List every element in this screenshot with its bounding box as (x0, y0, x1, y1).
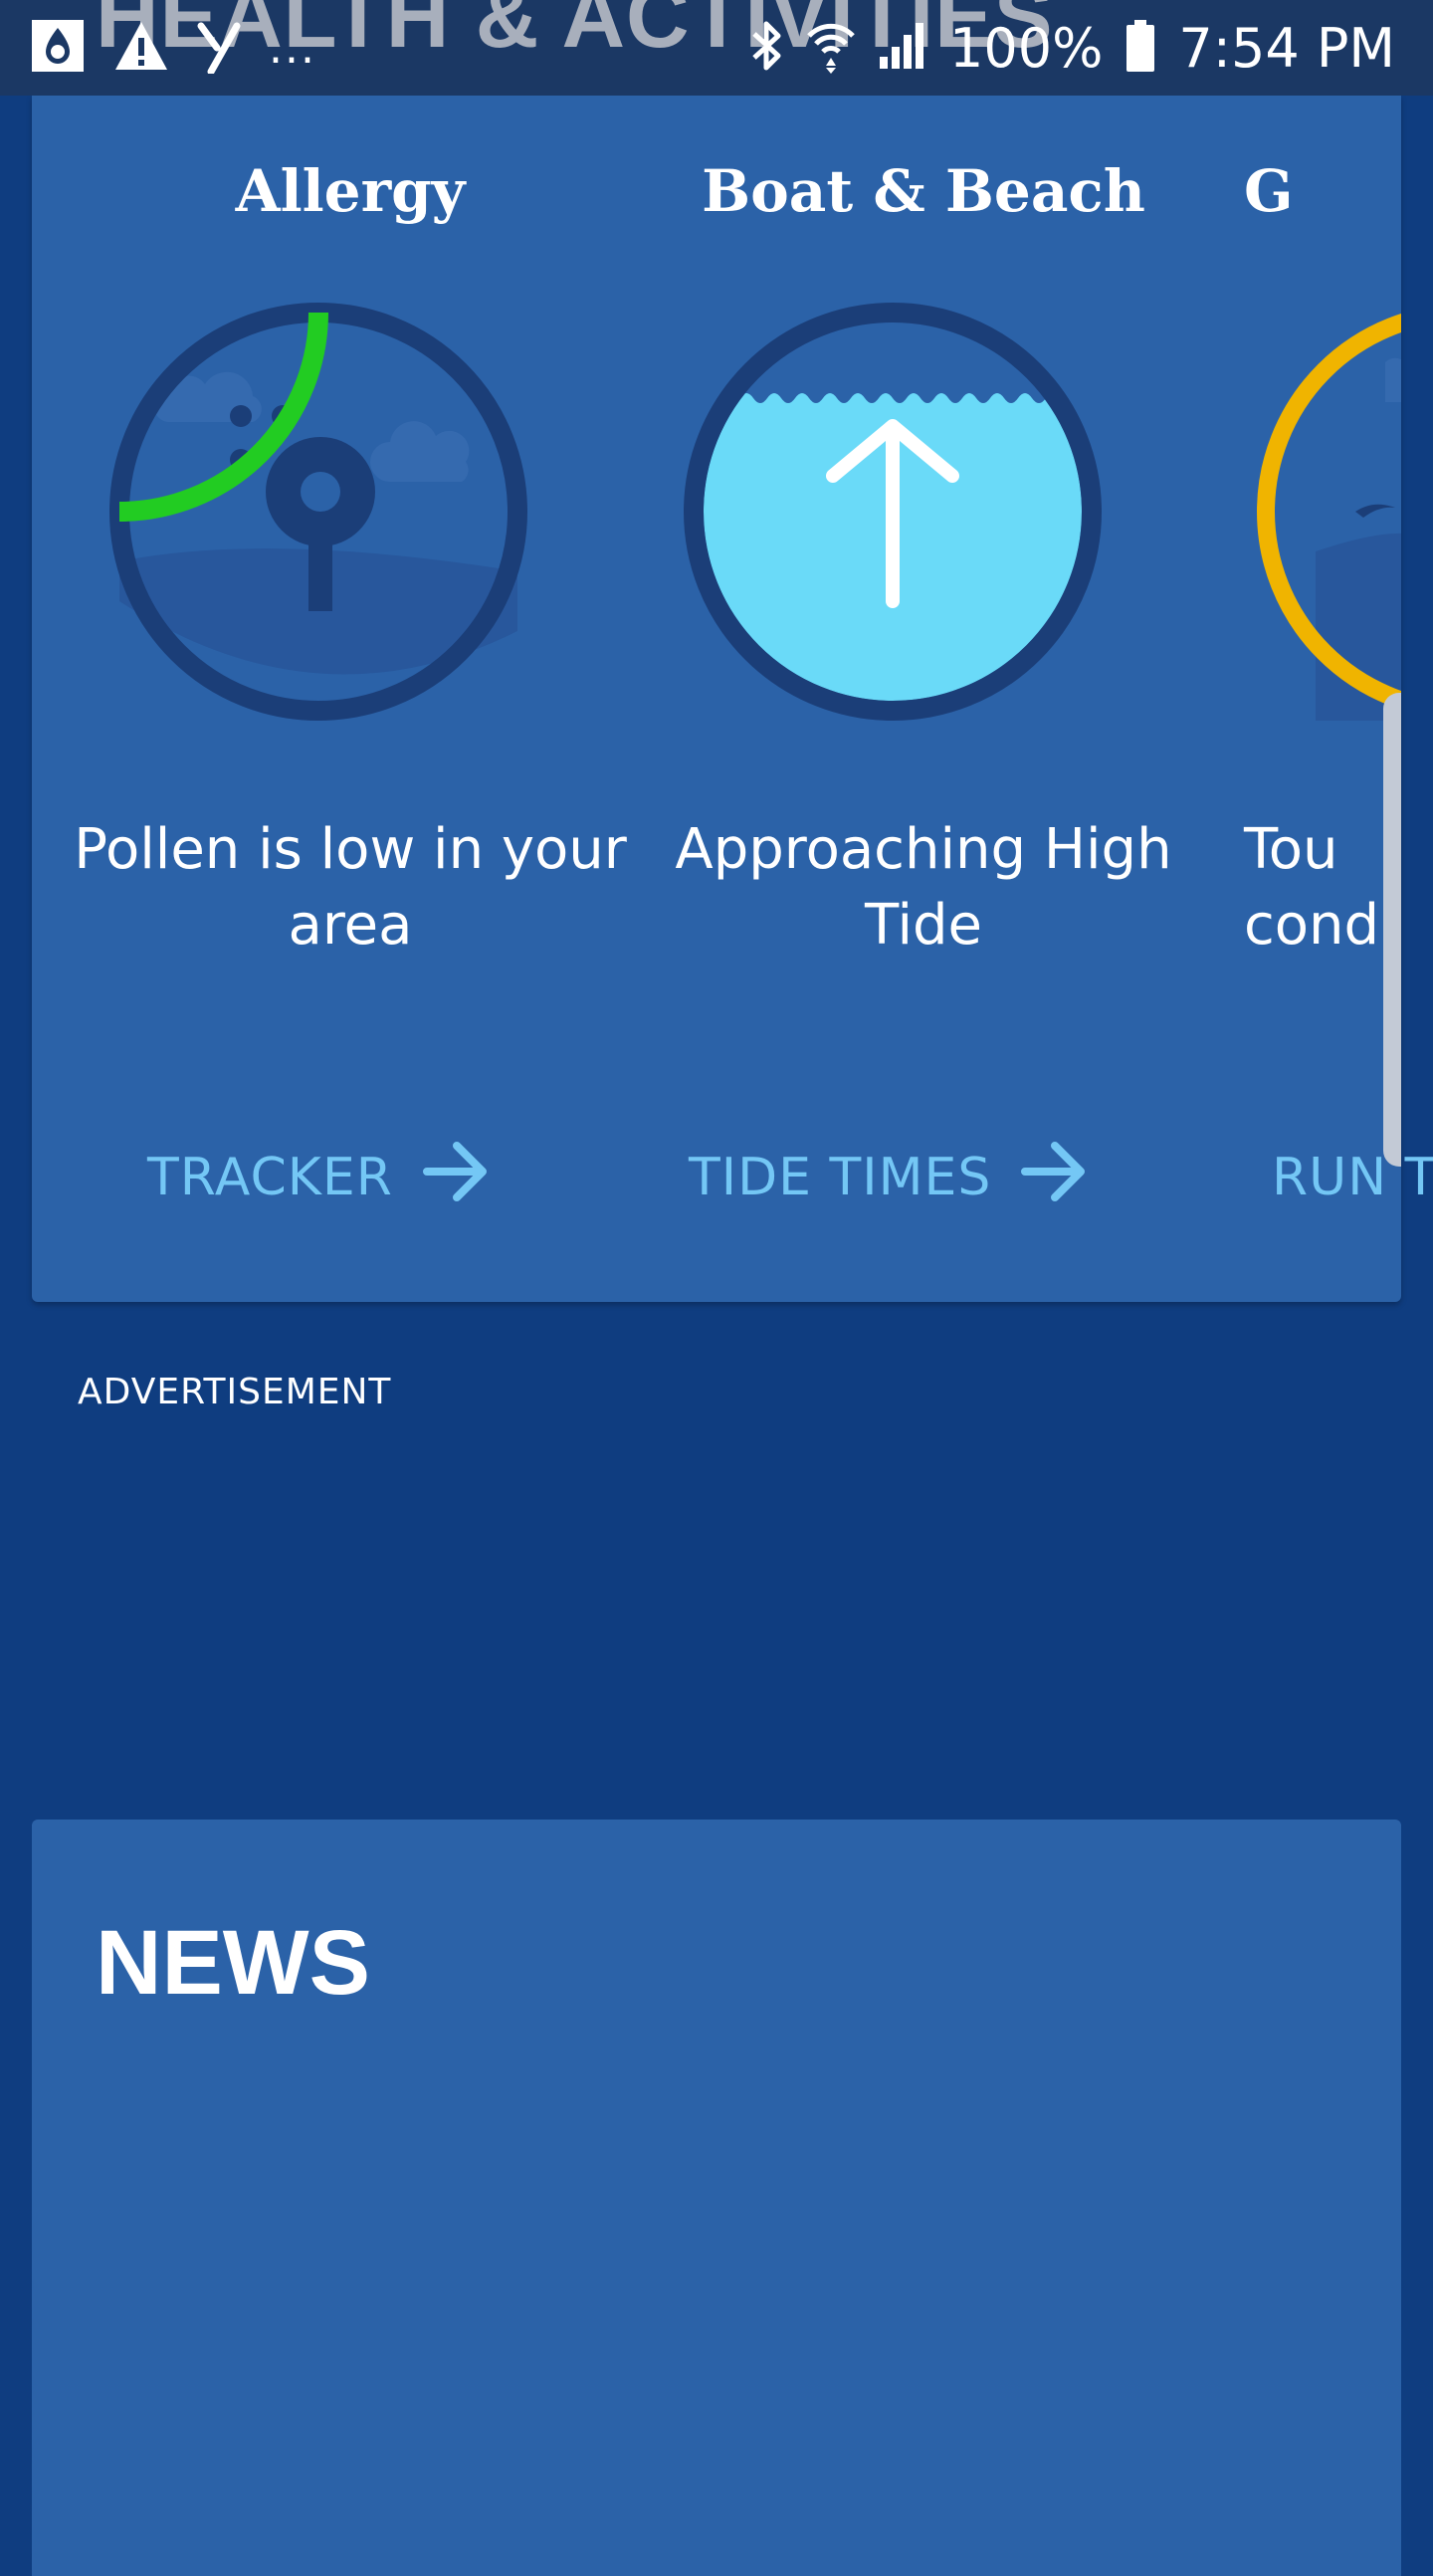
tide-gauge (684, 303, 1102, 721)
arrow-right-icon (422, 1140, 491, 1216)
signal-icon (878, 21, 927, 75)
scroll-handle[interactable] (1383, 693, 1401, 1167)
advertisement-label: ADVERTISEMENT (78, 1372, 392, 1412)
warning-icon (113, 20, 169, 76)
tile-title-allergy: Allergy (235, 157, 466, 225)
status-bar: HEALTH & ACTIVITIES ... 100% 7:54 PM (0, 0, 1433, 96)
clock: 7:54 PM (1178, 16, 1395, 80)
news-card: NEWS (32, 1820, 1401, 2576)
third-link-label: RUN T (1272, 1148, 1433, 1207)
third-link[interactable]: RUN T (1272, 1143, 1433, 1212)
allergy-gauge (109, 303, 527, 721)
tile-title-third: G (1244, 157, 1294, 225)
battery-icon (1125, 18, 1156, 78)
third-gauge (1257, 314, 1401, 721)
arrow-right-icon (1021, 1140, 1089, 1216)
news-title: NEWS (96, 1912, 370, 2014)
tide-times-link[interactable]: TIDE TIMES (689, 1141, 1089, 1212)
tracker-link-label: TRACKER (147, 1148, 393, 1207)
tile-description-third: Tou condi (1244, 817, 1395, 958)
wifi-icon (806, 18, 856, 78)
more-notifications: ... (269, 22, 316, 74)
battery-percent: 100% (949, 16, 1104, 80)
yahoo-icon (197, 18, 241, 78)
tile-description-boat-beach: Approaching High Tide (675, 817, 1172, 958)
tracker-link[interactable]: TRACKER (147, 1141, 491, 1212)
app-drop-icon (30, 18, 86, 78)
health-activities-card: Allergy Pollen is low in your area TRACK… (32, 96, 1433, 1302)
tide-times-link-label: TIDE TIMES (689, 1148, 992, 1207)
tile-title-boat-beach: Boat & Beach (702, 157, 1145, 225)
tile-description-allergy: Pollen is low in your area (74, 817, 627, 958)
bluetooth-icon (748, 18, 784, 78)
